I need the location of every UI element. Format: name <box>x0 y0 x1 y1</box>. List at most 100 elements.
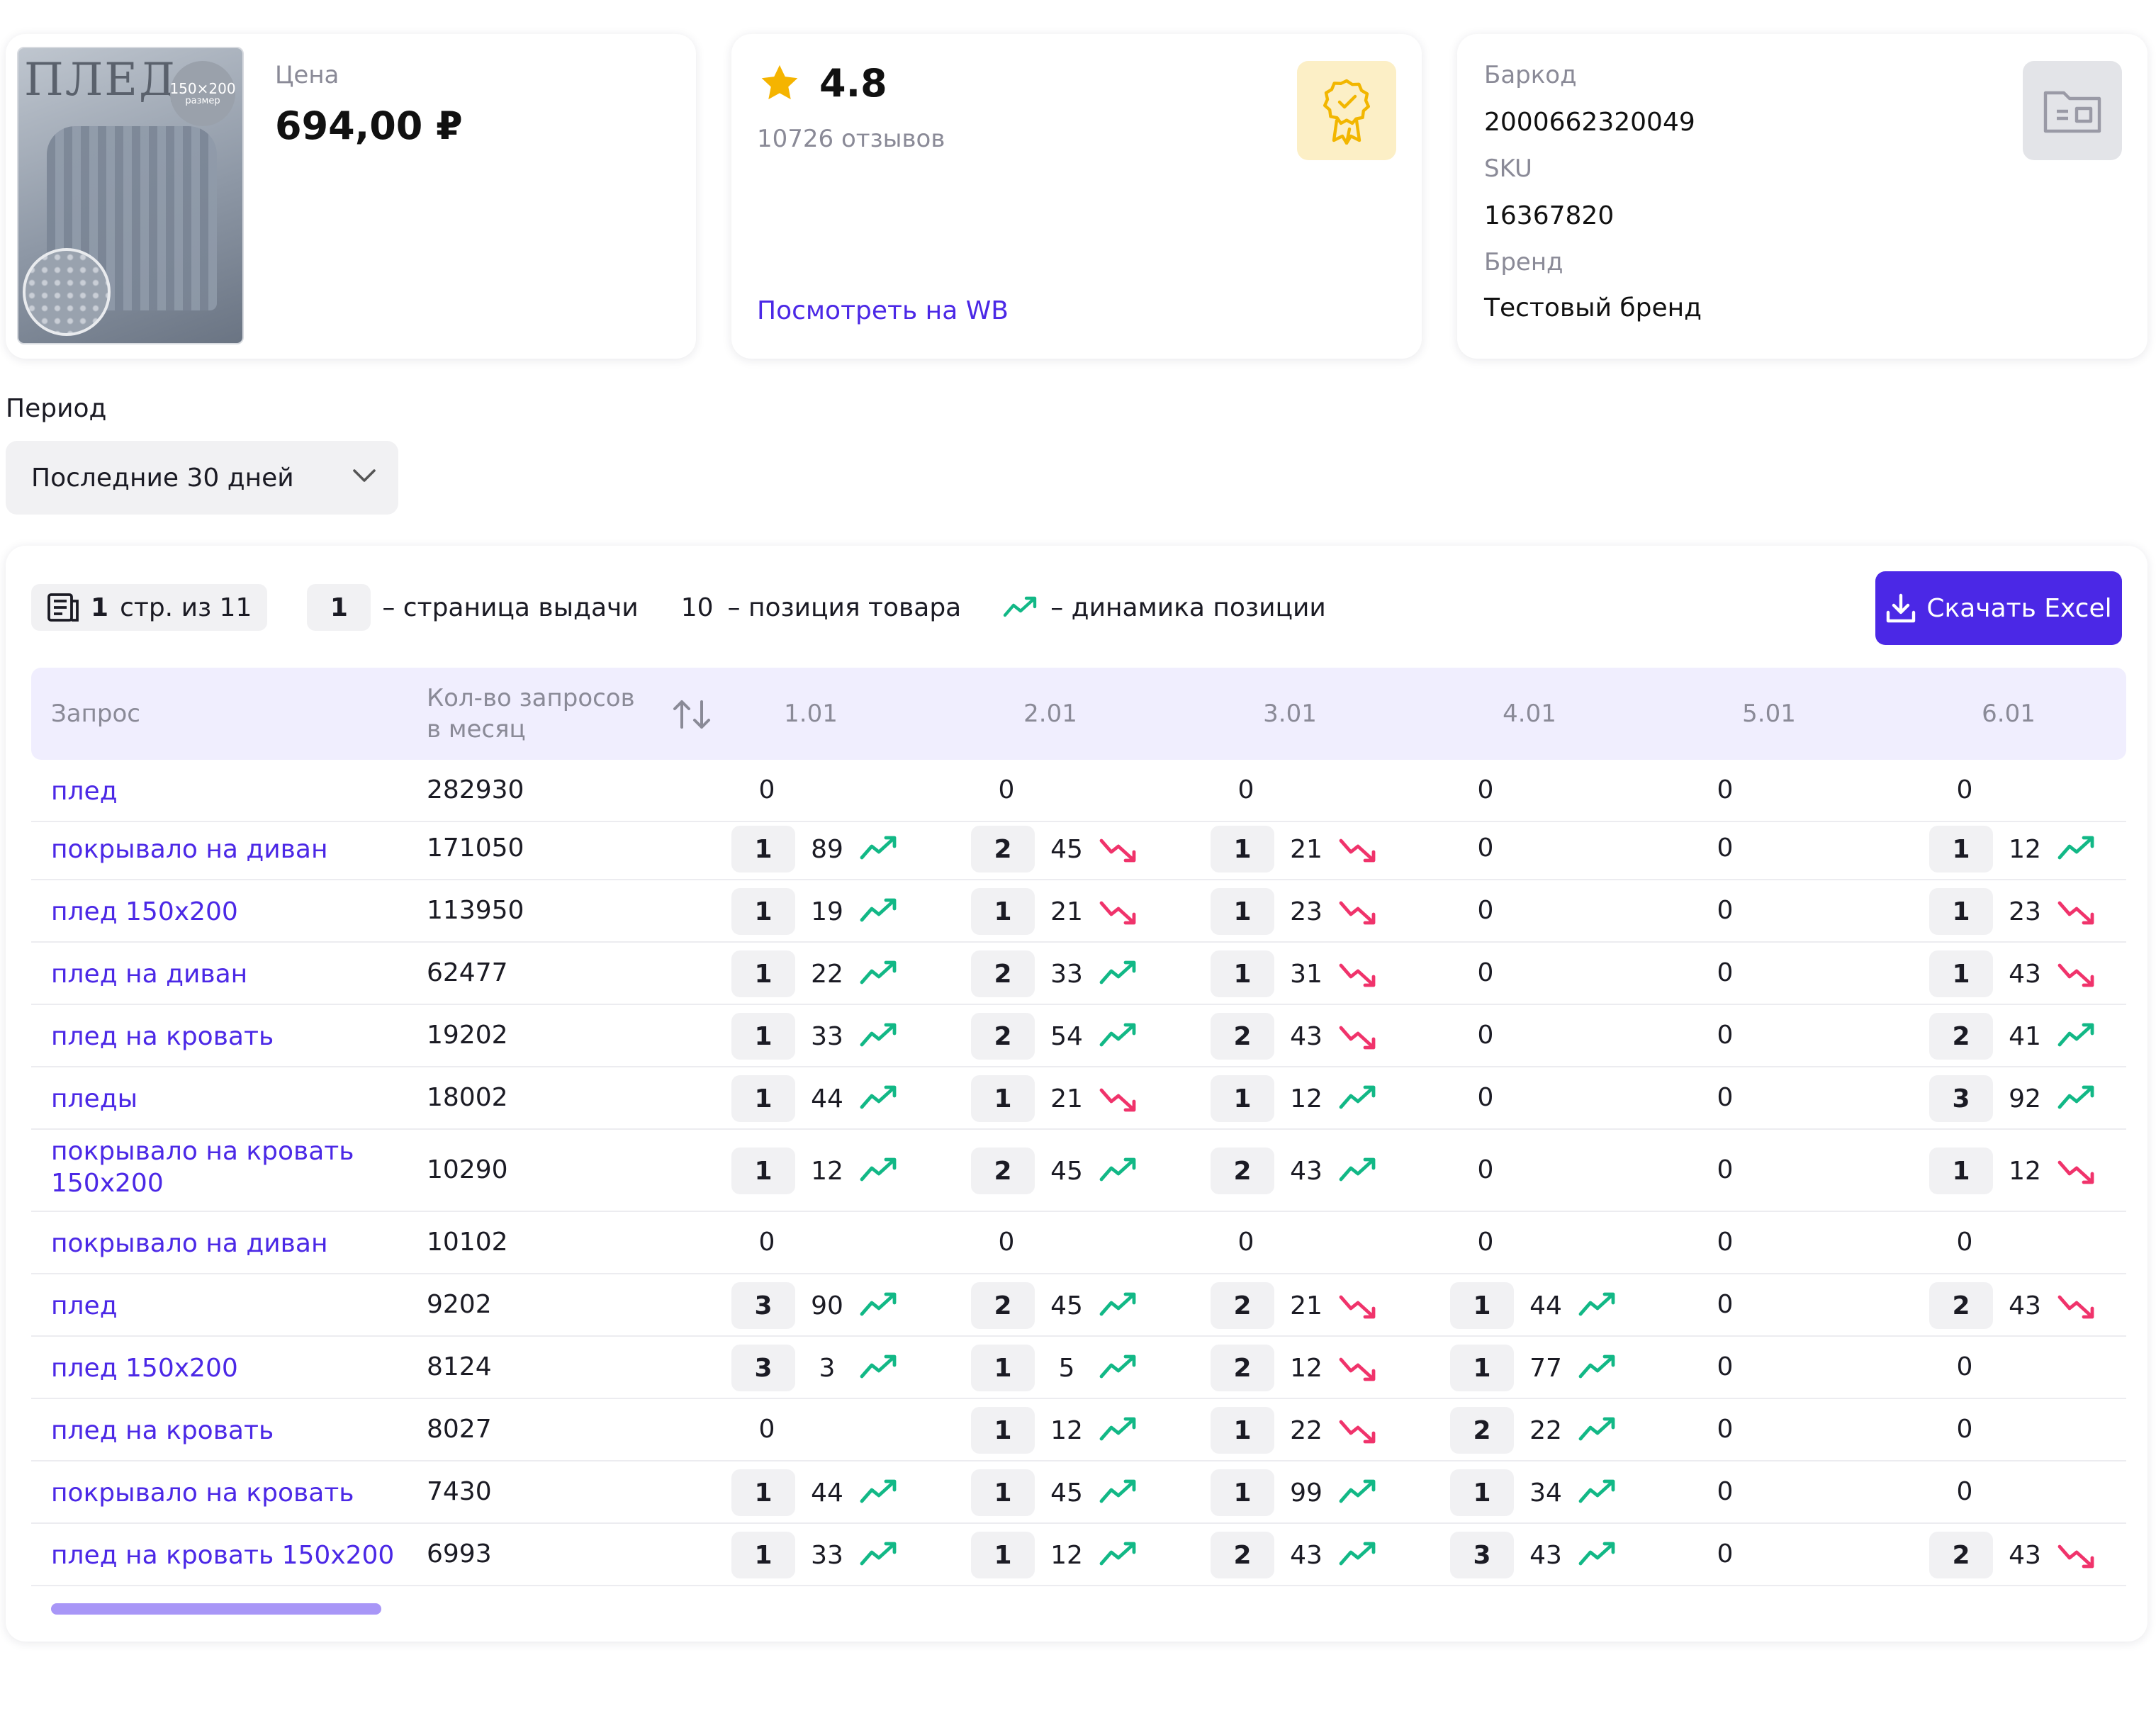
fabric-swatch <box>23 248 111 336</box>
period-select[interactable]: Последние 30 дней <box>6 441 398 515</box>
barcode-value: 2000662320049 <box>1484 108 1695 137</box>
trend-up-icon <box>1099 1022 1138 1050</box>
query-link[interactable]: плед на кровать <box>51 1415 274 1447</box>
position-empty: 0 <box>1717 1021 1734 1050</box>
query-link[interactable]: плед 150х200 <box>51 1352 238 1384</box>
trend-up-icon <box>1338 1541 1378 1569</box>
query-link[interactable]: покрывало на кровать <box>51 1477 354 1509</box>
position-empty: 0 <box>1477 958 1494 987</box>
position-number: 90 <box>811 1291 843 1320</box>
page-number-pill: 1 <box>731 826 795 873</box>
size-badge-value: 150×200 <box>169 79 236 97</box>
product-image[interactable]: ПЛЕД 150×200 размер <box>17 47 244 344</box>
page-number-pill: 1 <box>1450 1345 1514 1391</box>
current-page: 1 <box>91 593 109 622</box>
position-number: 12 <box>811 1156 843 1186</box>
position-cell: 1 12 <box>1929 826 2096 873</box>
legend-position-number: 10 <box>680 593 714 622</box>
position-empty: 0 <box>1717 958 1734 987</box>
position-empty: 0 <box>758 1415 775 1444</box>
position-empty: 0 <box>758 775 775 804</box>
page-number-pill: 1 <box>1450 1282 1514 1329</box>
trend-up-icon <box>859 1479 899 1507</box>
position-number: 31 <box>1290 959 1323 989</box>
page-number-pill: 2 <box>971 826 1035 873</box>
position-empty: 0 <box>998 1228 1015 1257</box>
page-number-pill: 1 <box>1929 888 1993 935</box>
trend-up-icon <box>2057 1084 2096 1113</box>
folder-icon[interactable] <box>2023 61 2122 160</box>
page-number-pill: 1 <box>971 1532 1035 1578</box>
trend-down-icon <box>1338 1354 1378 1382</box>
table-row: пледы 18002 1 44 1 21 1 12 0 0 3 92 <box>31 1067 2126 1130</box>
position-cell: 1 89 <box>731 826 899 873</box>
trend-up-icon <box>1099 1479 1138 1507</box>
query-count: 8027 <box>427 1415 492 1444</box>
position-empty: 0 <box>1717 834 1734 863</box>
product-card: ПЛЕД 150×200 размер Цена 694,00 ₽ <box>6 34 696 359</box>
page-indicator[interactable]: 1 стр. из 11 <box>31 584 268 631</box>
view-on-wb-link[interactable]: Посмотреть на WB <box>757 296 1009 325</box>
query-link[interactable]: пледы <box>51 1083 137 1115</box>
col-count-header[interactable]: Кол-во запросов в месяц <box>427 668 635 760</box>
position-number: 23 <box>1290 897 1323 926</box>
page-number-pill: 2 <box>1929 1532 1993 1578</box>
query-link[interactable]: плед на диван <box>51 958 247 990</box>
query-link[interactable]: плед 150х200 <box>51 896 238 928</box>
brand-value: Тестовый бренд <box>1484 293 1702 322</box>
position-cell: 2 43 <box>1211 1532 1378 1578</box>
horizontal-scrollbar[interactable] <box>51 1603 381 1615</box>
col-date-header: 1.01 <box>784 700 838 728</box>
position-cell: 1 21 <box>971 888 1138 935</box>
trend-up-icon <box>1099 1291 1138 1320</box>
trend-up-icon <box>2057 835 2096 863</box>
query-link[interactable]: покрывало на диван <box>51 1228 327 1259</box>
position-cell: 2 54 <box>971 1013 1138 1060</box>
trend-up-icon <box>1099 1541 1138 1569</box>
query-link[interactable]: покрывало на кровать 150х200 <box>51 1135 363 1199</box>
page-of-total: стр. из 11 <box>120 593 252 622</box>
position-empty: 0 <box>1477 1083 1494 1112</box>
trend-up-icon <box>859 1541 899 1569</box>
position-cell: 1 23 <box>1211 888 1378 935</box>
position-empty: 0 <box>1717 1477 1734 1506</box>
page-number-pill: 3 <box>731 1282 795 1329</box>
position-number: 12 <box>1050 1415 1083 1445</box>
trend-up-icon <box>859 1157 899 1185</box>
page-number-pill: 1 <box>1450 1469 1514 1516</box>
page-number-pill: 2 <box>1211 1345 1274 1391</box>
trend-down-icon <box>1099 1084 1138 1113</box>
position-number: 33 <box>811 1540 843 1570</box>
position-number: 22 <box>1529 1415 1562 1445</box>
page-number-pill: 1 <box>971 1345 1035 1391</box>
trend-up-icon <box>859 897 899 926</box>
position-number: 12 <box>2009 834 2041 864</box>
page-number-pill: 2 <box>1211 1013 1274 1060</box>
table-toolbar: 1 стр. из 11 1 – страница выдачи 10 – по… <box>31 584 1326 631</box>
query-link[interactable]: покрывало на диван <box>51 834 327 865</box>
download-excel-label: Скачать Excel <box>1926 593 2112 623</box>
download-excel-button[interactable]: Скачать Excel <box>1875 571 2122 645</box>
query-count: 10290 <box>427 1155 508 1184</box>
page-number-pill: 3 <box>1929 1075 1993 1122</box>
page-number-pill: 2 <box>971 950 1035 997</box>
position-empty: 0 <box>1956 1415 1973 1444</box>
award-badge-icon <box>1297 61 1396 160</box>
position-empty: 0 <box>1477 834 1494 863</box>
position-cell: 2 43 <box>1211 1148 1378 1194</box>
col-date-header: 3.01 <box>1263 700 1317 728</box>
query-link[interactable]: плед на кровать <box>51 1021 274 1053</box>
download-icon <box>1887 593 1916 623</box>
col-date-header: 2.01 <box>1023 700 1077 728</box>
page-number-pill: 2 <box>971 1148 1035 1194</box>
position-number: 12 <box>2009 1156 2041 1186</box>
position-number: 44 <box>811 1478 843 1508</box>
page-number-pill: 2 <box>1211 1532 1274 1578</box>
query-link[interactable]: плед <box>51 1290 118 1322</box>
position-cell: 1 12 <box>1211 1075 1378 1122</box>
query-link[interactable]: плед на кровать 150х200 <box>51 1539 394 1571</box>
position-number: 12 <box>1290 1084 1323 1113</box>
position-cell: 1 43 <box>1929 950 2096 997</box>
query-link[interactable]: плед <box>51 775 118 807</box>
trend-down-icon <box>2057 960 2096 988</box>
